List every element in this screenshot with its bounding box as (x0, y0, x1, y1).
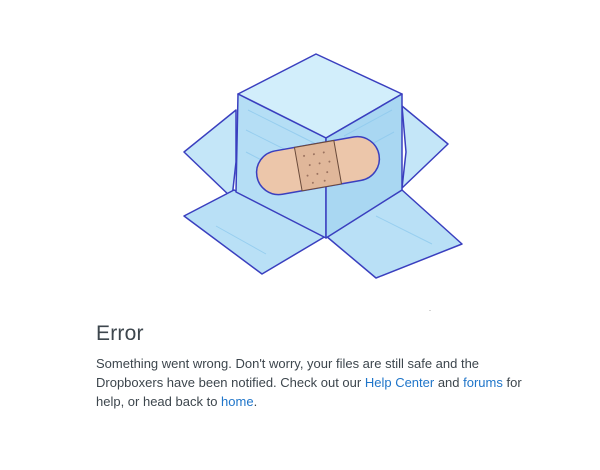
forums-link[interactable]: forums (463, 375, 503, 390)
help-center-link[interactable]: Help Center (365, 375, 434, 390)
box-left-flap (183, 109, 237, 199)
message-text-2: and (434, 375, 464, 390)
broken-box-illustration (176, 40, 472, 288)
error-content: Error Something went wrong. Don't worry,… (96, 318, 536, 411)
speck-mark (429, 310, 431, 311)
broken-dropbox-box-with-bandage-icon (183, 53, 463, 279)
box-right-flap (401, 105, 449, 189)
error-message: Something went wrong. Don't worry, your … (96, 354, 536, 411)
home-link[interactable]: home (221, 394, 254, 409)
error-title: Error (96, 322, 144, 345)
message-text-4: . (253, 394, 258, 409)
